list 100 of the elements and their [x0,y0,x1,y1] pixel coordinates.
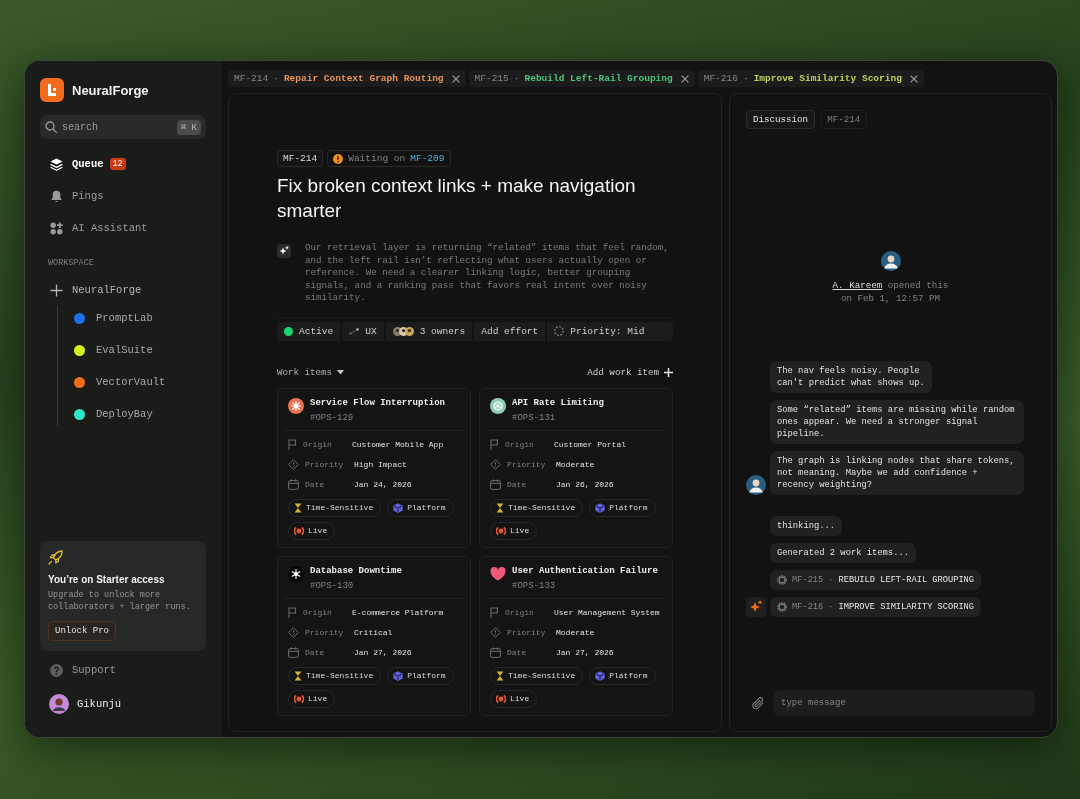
project-item[interactable]: PromptLab [58,306,166,330]
blocker-link[interactable]: MF-209 [410,153,445,164]
tag-label: Time-Sensitive [508,503,576,512]
work-item-chip[interactable]: MF-216 · IMPROVE SIMILARITY SCORING [770,597,982,617]
brand-name: NeuralForge [72,82,149,98]
work-item-title: Service Flow Interruption [310,396,446,409]
work-item-chip[interactable]: MF-215 · REBUILD LEFT-RAIL GROUPING [770,570,982,590]
work-item-title: User Authentication Failure [512,564,658,577]
status-button[interactable]: Active [277,321,341,341]
project-item[interactable]: VectorVault [58,370,166,394]
field-value: Customer Mobile App [352,440,444,449]
logo-icon[interactable] [40,78,64,102]
paperclip-icon[interactable] [752,696,764,710]
tag-label: Live [308,526,328,535]
unlock-pro-button[interactable]: Unlock Pro [48,621,116,641]
field-label: Date [305,480,326,489]
issue-description: Our retrieval layer is returning “related” items that feel random, and the left rail isn’t reflecting what users actually open or reference. We need a clearer linking logic, better grouping signals, and a ranking pass that favors real intent over noisy similarity. [305,242,670,305]
calendar-icon [490,479,501,490]
tab[interactable]: Discussion [746,110,816,129]
opened-note: A. Kareem opened this on Feb 1, 12:57 PM [831,279,950,305]
tab[interactable]: MF-214 [820,110,868,129]
field-value: Jan 26, 2026 [556,480,614,489]
work-item-card[interactable]: Service Flow Interruption #OPS-129 Origin Customer Mobile App Priority High Impact Date Jan 24, 2026 Time-Sensitive Platform Live [277,387,471,548]
add-work-item-button[interactable]: Add work item [587,366,673,378]
effort-button[interactable]: Add effort [474,321,546,341]
calendar-icon [288,479,299,490]
field-value: E-commerce Platform [352,608,444,617]
plus-icon [50,283,63,297]
search-input[interactable]: search [62,121,172,133]
message-bubble: The nav feels noisy. People can't predict what shows up. [770,361,932,393]
workspace-item[interactable]: NeuralForge [40,278,206,302]
field-value: Jan 24, 2026 [354,480,412,489]
work-item-title: API Rate Limiting [512,396,604,409]
field-label: Priority [305,460,345,469]
tag-label: Platform [407,503,446,512]
author-link[interactable]: A. Kareem [832,280,883,291]
diamond-icon [288,459,299,470]
tag-label: Live [308,694,328,703]
field-value: Jan 27, 2026 [354,648,412,657]
gear-icon [777,602,787,612]
message-bubble: thinking... [770,516,843,536]
issue-title: Fix broken context links + make navigation smarter [277,174,637,223]
field-value: Customer Portal [554,440,626,449]
avatar-icon [746,475,766,495]
tag-label: Platform [407,671,446,680]
message-bubble: Generated 2 work items... [770,543,916,563]
blocker-label: Waiting on [348,153,406,164]
tab[interactable]: MF-216 · Improve Similarity Scoring [697,70,924,87]
field-value: Critical [354,628,393,637]
nav-item[interactable]: AI Assistant [40,216,206,240]
priority-button[interactable]: Priority: Mid [547,321,673,341]
close-icon[interactable] [451,74,460,83]
project-item[interactable]: DeployBay [58,402,166,426]
plus-icon [664,367,673,377]
help-icon [50,663,63,677]
nav-item[interactable]: Pings [40,184,206,208]
tag-button[interactable]: UX [342,321,384,341]
field-label: Priority [507,460,547,469]
avatar-icon [404,326,414,336]
sparkle-icon [277,244,291,258]
work-item-card[interactable]: Database Downtime #OPS-130 Origin E-commerce Platform Priority Critical Date Jan 27, 2026 Time-Sensitive Platform Live [277,555,471,716]
field-value: User Management System [554,608,660,617]
count-badge: 12 [109,158,126,170]
work-item-id: #OPS-130 [310,579,355,592]
message-bubble: The graph is linking nodes that share tokens, not meaning. Maybe we add confidence + recency weighting? [770,451,1024,495]
work-item-card[interactable]: API Rate Limiting #OPS-131 Origin Customer Portal Priority Moderate Date Jan 26, 2026 Time-Sensitive Platform Live [479,387,673,548]
field-label: Origin [505,440,535,449]
status-dot-icon [284,326,293,336]
tag-label: Platform [609,503,648,512]
warning-icon [333,153,344,164]
work-items-toggle[interactable]: Work items [277,366,345,378]
upgrade-title: You’re on Starter access [48,574,165,585]
project-item[interactable]: EvalSuite [58,338,166,362]
issue-id-badge: MF-214 [277,150,324,167]
close-icon[interactable] [680,74,689,83]
close-icon[interactable] [909,74,918,83]
rocket-icon [48,550,63,565]
field-value: Moderate [556,460,595,469]
tag-label: Live [510,694,530,703]
flag-icon [288,607,297,618]
field-value: Moderate [556,628,595,637]
message-bubble: Some “related” items are missing while random ones appear. We need a stronger signal pipeline. [770,400,1024,444]
tab[interactable]: MF-215 · Rebuild Left-Rail Grouping [468,70,695,87]
nav-item[interactable]: Queue 12 [40,152,206,176]
shortcut-key: ⌘ K [176,119,201,135]
work-item-card[interactable]: User Authentication Failure #OPS-133 Origin User Management System Priority Moderate Date Jan 27, 2026 Time-Sensitive Platform Live [479,555,673,716]
work-item-title: Database Downtime [310,564,402,577]
tag-label: Time-Sensitive [508,671,576,680]
field-label: Priority [507,628,547,637]
diamond-icon [288,627,299,638]
support-link[interactable]: Support [40,658,206,682]
user-profile[interactable]: Gikunju [40,692,206,716]
field-value: High Impact [354,460,407,469]
search-field[interactable]: search ⌘ K [40,115,206,139]
message-input[interactable]: type message [773,690,1035,716]
owners-button[interactable]: 3 owners [385,321,473,341]
connector-icon [349,327,360,335]
dashed-circle-icon [554,326,565,336]
calendar-icon [490,647,501,658]
tab[interactable]: MF-214 · Repair Context Graph Routing [228,70,466,87]
